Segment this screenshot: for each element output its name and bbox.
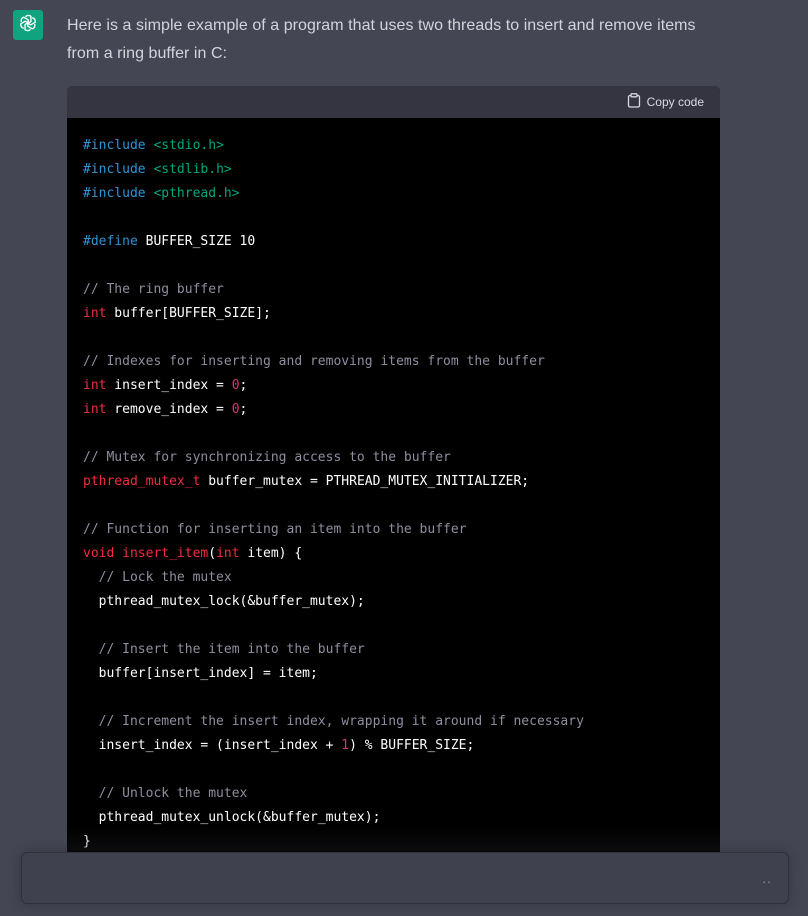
code-line: // Insert the item into the buffer <box>83 638 704 662</box>
code-line: int insert_index = 0; <box>83 374 704 398</box>
code-line: buffer[insert_index] = item; <box>83 662 704 686</box>
code-line: int remove_index = 0; <box>83 398 704 422</box>
code-token: ; <box>239 378 248 393</box>
code-line: #define BUFFER_SIZE 10 <box>83 230 704 254</box>
code-token: #define <box>83 234 146 249</box>
code-token: ) % BUFFER_SIZE; <box>349 738 475 753</box>
code-token: // Lock the mutex <box>98 570 232 585</box>
code-token: // Increment the insert index, wrapping … <box>98 714 584 729</box>
code-token: remove_index = <box>106 402 232 417</box>
code-token: pthread_mutex_lock(&buffer_mutex); <box>83 594 365 609</box>
code-line: pthread_mutex_unlock(&buffer_mutex); <box>83 806 704 830</box>
code-token: insert_index = <box>106 378 232 393</box>
clipboard-icon <box>627 93 641 111</box>
code-token: // Indexes for inserting and removing it… <box>83 354 545 369</box>
code-line: #include <stdlib.h> <box>83 158 704 182</box>
code-line: // Lock the mutex <box>83 566 704 590</box>
code-token: 0 <box>231 402 240 417</box>
code-token: // Insert the item into the buffer <box>98 642 365 657</box>
copy-code-button[interactable]: Copy code <box>627 93 704 111</box>
code-token: int <box>83 306 107 321</box>
code-token: } <box>83 834 91 849</box>
code-token: #include <box>83 138 154 153</box>
code-token: <stdio.h> <box>153 138 224 153</box>
code-line: // Unlock the mutex <box>83 782 704 806</box>
code-line: } <box>83 830 704 854</box>
code-block: Copy code #include <stdio.h> #include <st… <box>67 86 720 886</box>
code-line: void insert_item(int item) { <box>83 542 704 566</box>
code-token: 1 <box>341 738 350 753</box>
code-token: insert_index = (insert_index + <box>83 738 342 753</box>
code-token: pthread_mutex_t <box>83 474 201 489</box>
code-content: #include <stdio.h> #include <stdlib.h> #in… <box>67 118 720 886</box>
code-token: // The ring buffer <box>83 282 224 297</box>
code-line: pthread_mutex_t buffer_mutex = PTHREAD_M… <box>83 470 704 494</box>
code-line: // Mutex for synchronizing access to the… <box>83 446 704 470</box>
message-input-bar: .. <box>21 852 789 904</box>
code-token: int <box>83 402 107 417</box>
code-token: pthread_mutex_unlock(&buffer_mutex); <box>83 810 381 825</box>
code-token: void <box>83 546 115 561</box>
assistant-avatar <box>13 10 43 40</box>
code-line: #include <pthread.h> <box>83 182 704 206</box>
code-line: #include <stdio.h> <box>83 134 704 158</box>
copy-code-label: Copy code <box>646 95 704 109</box>
code-token: ; <box>239 402 248 417</box>
code-line: int buffer[BUFFER_SIZE]; <box>83 302 704 326</box>
code-token: // Function for inserting an item into t… <box>83 522 467 537</box>
typing-indicator: .. <box>762 870 772 886</box>
code-token: // Mutex for synchronizing access to the… <box>83 450 451 465</box>
code-token: <pthread.h> <box>153 186 240 201</box>
code-token: BUFFER_SIZE 10 <box>145 234 256 249</box>
code-token: // Unlock the mutex <box>98 786 248 801</box>
code-token: int <box>83 378 107 393</box>
code-token: buffer[insert_index] = item; <box>83 666 318 681</box>
code-token: 0 <box>231 378 240 393</box>
code-token: #include <box>83 162 154 177</box>
code-line: // Increment the insert index, wrapping … <box>83 710 704 734</box>
code-token: insert_item <box>122 546 209 561</box>
code-token: item) { <box>239 546 303 561</box>
code-block-header: Copy code <box>67 86 720 118</box>
assistant-message-text: Here is a simple example of a program th… <box>67 17 696 62</box>
code-line: // The ring buffer <box>83 278 704 302</box>
openai-logo-icon <box>17 12 39 39</box>
code-token: buffer_mutex = PTHREAD_MUTEX_INITIALIZER… <box>200 474 530 489</box>
code-line: // Function for inserting an item into t… <box>83 518 704 542</box>
code-token: ( <box>208 546 217 561</box>
message-input[interactable] <box>36 867 740 891</box>
code-line: // Indexes for inserting and removing it… <box>83 350 704 374</box>
code-token: buffer[BUFFER_SIZE]; <box>106 306 271 321</box>
chat-page: Here is a simple example of a program th… <box>0 0 808 916</box>
code-token: int <box>216 546 240 561</box>
code-token: #include <box>83 186 154 201</box>
code-token: <stdlib.h> <box>153 162 232 177</box>
code-line: insert_index = (insert_index + 1) % BUFF… <box>83 734 704 758</box>
code-line: pthread_mutex_lock(&buffer_mutex); <box>83 590 704 614</box>
